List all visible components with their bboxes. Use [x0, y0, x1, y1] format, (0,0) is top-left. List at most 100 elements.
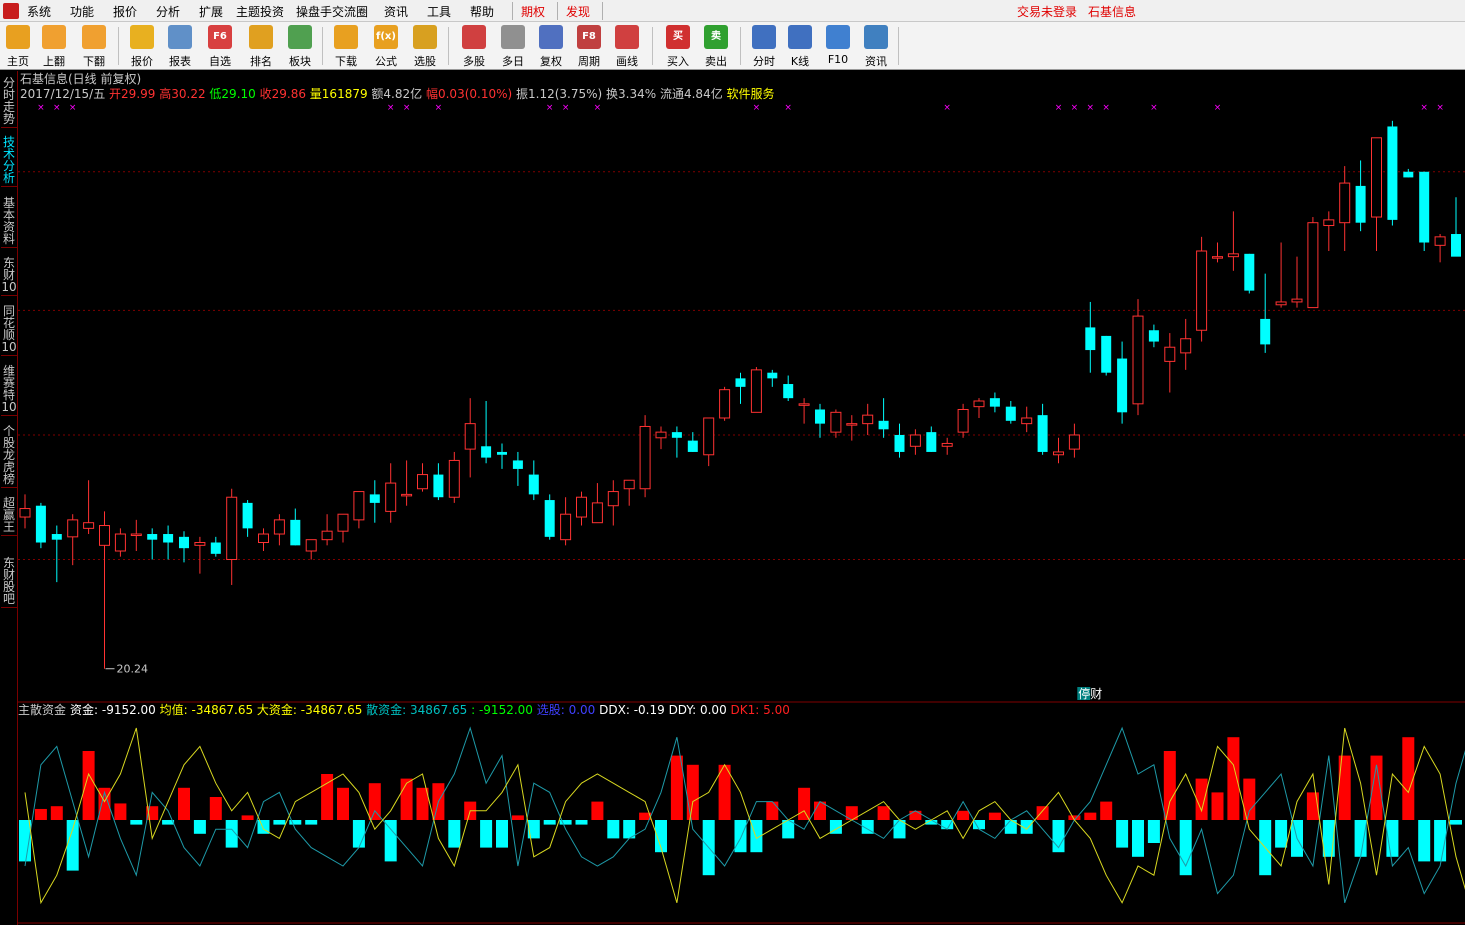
candle-body-up — [1212, 256, 1223, 259]
toolbar-button-20[interactable]: F10 — [818, 25, 858, 69]
toolbar-button-15[interactable]: 画线 — [607, 25, 647, 69]
candle-body-up — [941, 442, 953, 447]
event-marker: × — [435, 103, 443, 113]
menu-help[interactable]: 帮助 — [470, 3, 494, 20]
quote-field: 高 — [159, 86, 171, 101]
candle-body-down — [163, 534, 174, 543]
menu-tools[interactable]: 工具 — [427, 3, 451, 20]
menu-theme-invest[interactable]: 主题投资 — [236, 3, 284, 20]
toolbar-button-9[interactable]: f(x) 公式 — [366, 25, 406, 69]
candle-body-up — [114, 533, 126, 552]
toolbar-button-8[interactable]: 下载 — [326, 25, 366, 69]
toolbar-button-10[interactable]: 选股 — [405, 25, 445, 69]
side-tab-4[interactable]: 同花顺10 — [1, 303, 17, 356]
fund-bar — [543, 820, 556, 825]
event-marker: × — [753, 103, 761, 113]
toolbar-button-12[interactable]: 多日 — [493, 25, 533, 69]
window-stock-title: 石基信息 — [1088, 5, 1137, 19]
menu-trader-circle[interactable]: 操盘手交流圈 — [296, 3, 368, 20]
toolbar-button-label: 选股 — [414, 55, 436, 68]
login-status-link[interactable]: 交易未登录 — [1017, 3, 1077, 20]
fund-bar — [273, 820, 286, 825]
candle-body-up — [909, 434, 921, 447]
legend-item: 散资金: 34867.65 — [366, 702, 471, 717]
toolbar-button-21[interactable]: 资讯 — [856, 25, 896, 69]
candle-body-down — [1419, 171, 1430, 243]
news-icon — [864, 25, 888, 49]
side-tab-6[interactable]: 个股龙虎榜 — [1, 423, 17, 488]
side-tab-7[interactable]: 超赢王 — [1, 495, 17, 536]
event-marker: × — [387, 103, 395, 113]
toolbar-button-16[interactable]: 买买入 — [658, 25, 698, 69]
candle-body-down — [179, 536, 189, 549]
side-tab-1[interactable]: 技术分析 — [1, 134, 17, 187]
candle-body-up — [1164, 346, 1176, 362]
candle-body-up — [448, 459, 460, 498]
app-logo-icon — [3, 3, 19, 19]
candle-body-down — [369, 494, 380, 503]
candle-body-down — [497, 451, 507, 455]
toolbar-button-17[interactable]: 卖卖出 — [696, 25, 736, 69]
candle-body-down — [878, 420, 889, 430]
candle-body-up — [862, 414, 874, 425]
toolbar-button-0[interactable]: 主页 — [0, 25, 38, 69]
event-marker: × — [1055, 103, 1063, 113]
fund-bar — [511, 815, 524, 820]
menu-extend[interactable]: 扩展 — [199, 3, 223, 20]
candle-body-up — [273, 519, 285, 535]
toolbar-button-11[interactable]: 多股 — [454, 25, 494, 69]
candle-body-up — [337, 513, 349, 532]
side-tab-0[interactable]: 分时走势 — [1, 75, 17, 128]
toolbar-button-13[interactable]: 复权 — [531, 25, 571, 69]
fund-bar — [734, 820, 747, 853]
fund-bar — [1036, 806, 1049, 820]
down-arrow-icon — [82, 25, 106, 49]
event-marker: × — [1150, 103, 1158, 113]
candle-body-down — [242, 502, 253, 529]
side-tab-3[interactable]: 东财10 — [1, 255, 17, 296]
legend-item: DDY: 0.00 — [669, 703, 731, 717]
toolbar-button-19[interactable]: K线 — [780, 25, 820, 69]
ranking-icon — [249, 25, 273, 49]
toolbar-button-3[interactable]: 报价 — [122, 25, 162, 69]
menu-function[interactable]: 功能 — [70, 3, 94, 20]
fund-bar — [1450, 820, 1462, 825]
toolbar-button-18[interactable]: 分时 — [744, 25, 784, 69]
menu-discover[interactable]: 发现 — [566, 3, 590, 20]
menu-options[interactable]: 期权 — [521, 3, 545, 20]
menu-system[interactable]: 系统 — [27, 3, 51, 20]
candle-body-down — [783, 384, 794, 399]
candle-body-down — [894, 434, 905, 452]
fund-bar — [575, 820, 588, 825]
toolbar-button-6[interactable]: 排名 — [241, 25, 281, 69]
toolbar-button-5[interactable]: F6 自选 — [200, 25, 240, 69]
menu-news[interactable]: 资讯 — [384, 3, 408, 20]
candle-body-up — [67, 519, 79, 538]
candle-body-up — [1291, 298, 1303, 303]
toolbar-separator — [118, 27, 119, 65]
toolbar-separator — [322, 27, 323, 65]
toolbar-button-label: F10 — [827, 53, 849, 66]
toolbar-separator — [652, 27, 653, 65]
candle-body-down — [481, 446, 492, 458]
toolbar-button-7[interactable]: 板块 — [280, 25, 320, 69]
legend-item: DDX: -0.19 — [599, 703, 668, 717]
draw-line-icon — [615, 25, 639, 49]
fund-bar — [1163, 751, 1176, 820]
side-tab-2[interactable]: 基本资料 — [1, 195, 17, 248]
candle-body-down — [815, 409, 825, 424]
side-tab-5[interactable]: 维赛特10 — [1, 363, 17, 416]
candle-body-down — [926, 432, 937, 452]
candle-body-up — [1196, 250, 1208, 331]
candle-body-down — [1101, 335, 1112, 373]
toolbar-button-1[interactable]: 上翻 — [34, 25, 74, 69]
toolbar-button-4[interactable]: 报表 — [160, 25, 200, 69]
menu-quote[interactable]: 报价 — [113, 3, 137, 20]
menu-analysis[interactable]: 分析 — [156, 3, 180, 20]
toolbar-button-14[interactable]: F8 周期 — [569, 25, 609, 69]
side-tab-8[interactable]: 东财股吧 — [1, 555, 17, 608]
candle-body-up — [591, 502, 603, 524]
candle-body-down — [1117, 358, 1128, 413]
toolbar-button-label: 自选 — [209, 55, 231, 68]
toolbar-button-2[interactable]: 下翻 — [74, 25, 114, 69]
